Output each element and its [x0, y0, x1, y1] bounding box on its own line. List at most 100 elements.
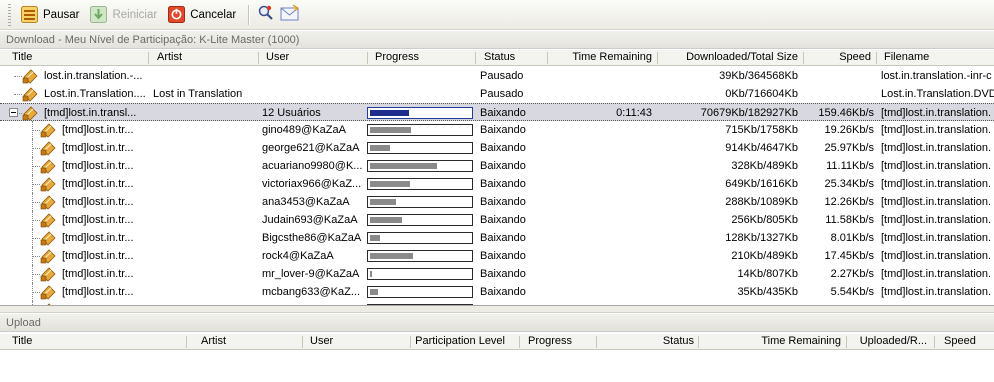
table-row[interactable]: [tmd]lost.in.tr... victoriax966@KaZ... Bai… — [0, 175, 994, 193]
pause-icon — [21, 6, 38, 23]
progress-fill — [370, 127, 411, 133]
row-time-remaining — [550, 229, 652, 247]
table-row[interactable]: [tmd]lost.in.tr... mcbang633@KaZ... Baixan… — [0, 283, 994, 301]
progress-bar — [367, 124, 473, 136]
progress-bar — [367, 286, 473, 298]
table-row[interactable]: lost.in.translation.-... Pausado 39Kb/3645… — [0, 67, 994, 85]
progress-fill — [370, 163, 437, 169]
column-time-remaining[interactable]: Time Remaining — [548, 50, 656, 66]
row-filename: [tmd]lost.in.translation. — [881, 160, 992, 172]
column-filename[interactable]: Filename — [880, 50, 994, 66]
column-title[interactable]: Title — [8, 50, 148, 66]
progress-fill — [370, 181, 410, 187]
upload-column-user[interactable]: User — [306, 334, 406, 350]
row-user — [262, 67, 365, 85]
row-speed: 11.11Kb/s — [826, 160, 874, 172]
pause-button[interactable]: Pausar — [17, 3, 84, 27]
download-column-header: Title Artist User Progress Status Time R… — [0, 50, 994, 66]
row-speed: 8.01Kb/s — [830, 232, 874, 244]
row-title: [tmd]lost.in.tr... — [62, 268, 134, 280]
column-user[interactable]: User — [262, 50, 362, 66]
progress-fill — [370, 217, 402, 223]
column-status[interactable]: Status — [480, 50, 545, 66]
column-separator — [367, 52, 368, 64]
row-downloaded-total: 256Kb/805Kb — [731, 214, 798, 226]
upload-column-uploaded[interactable]: Uploaded/R... — [847, 334, 931, 350]
table-row[interactable]: [tmd]lost.in.tr... mr_lover-9@KaZaA Baixan… — [0, 265, 994, 283]
file-icon — [40, 248, 57, 264]
row-filename: [tmd]lost.in.translation. — [881, 214, 992, 226]
file-icon — [40, 284, 57, 300]
search-button[interactable] — [254, 3, 278, 27]
table-row[interactable]: [tmd]lost.in.tr... acuariano9980@K... Baix… — [0, 157, 994, 175]
search-icon — [257, 4, 275, 25]
progress-bar — [367, 142, 473, 154]
cancel-button[interactable]: Cancelar — [164, 3, 241, 27]
tree-line — [32, 238, 40, 239]
row-user: george621@KaZaA — [262, 142, 360, 154]
upload-column-artist[interactable]: Artist — [197, 334, 297, 350]
row-title: lost.in.translation.-... — [44, 70, 143, 82]
toolbar-grip[interactable] — [8, 3, 11, 26]
upload-column-time-remaining[interactable]: Time Remaining — [700, 334, 845, 350]
row-title: [tmd]lost.in.tr... — [62, 250, 134, 262]
column-artist[interactable]: Artist — [153, 50, 253, 66]
upload-column-title[interactable]: Title — [8, 334, 183, 350]
table-row[interactable]: Lost.in.Translation.... Lost in Translati… — [0, 85, 994, 103]
progress-fill — [370, 271, 372, 277]
progress-fill — [370, 110, 409, 116]
row-title: [tmd]lost.in.tr... — [62, 160, 134, 172]
column-separator — [475, 52, 476, 64]
download-list[interactable]: lost.in.translation.-... Pausado 39Kb/3645… — [0, 67, 994, 305]
row-artist — [153, 193, 258, 211]
row-artist — [153, 121, 258, 139]
row-title: [tmd]lost.in.transl... — [44, 107, 137, 119]
file-icon — [40, 266, 57, 282]
tree-line — [14, 76, 22, 77]
row-downloaded-total: 35Kb/435Kb — [737, 286, 798, 298]
upload-list[interactable] — [0, 350, 994, 382]
table-row[interactable]: [tmd]lost.in.tr... george621@KaZaA Baixand… — [0, 139, 994, 157]
row-time-remaining — [550, 85, 652, 103]
row-artist — [153, 211, 258, 229]
restart-button[interactable]: Reiniciar — [86, 3, 162, 27]
collapse-toggle[interactable] — [9, 108, 18, 117]
file-icon — [40, 176, 57, 192]
progress-bar — [367, 232, 473, 244]
table-row[interactable]: [tmd]lost.in.tr... Judain693@KaZaA Baixand… — [0, 211, 994, 229]
pane-splitter[interactable] — [0, 305, 994, 313]
row-artist — [153, 67, 258, 85]
tree-line — [32, 184, 40, 185]
table-row[interactable]: [tmd]lost.in.transl... 12 Usuários Baixand… — [0, 103, 994, 121]
row-filename: [tmd]lost.in.translation. — [881, 286, 992, 298]
column-speed[interactable]: Speed — [804, 50, 875, 66]
column-progress[interactable]: Progress — [371, 50, 471, 66]
row-status: Baixando — [480, 160, 526, 172]
row-speed: 17.45Kb/s — [824, 250, 874, 262]
row-status: Baixando — [480, 142, 526, 154]
table-row[interactable]: [tmd]lost.in.tr... rock4@KaZaA Baixando 210… — [0, 247, 994, 265]
row-downloaded-total: 39Kb/364568Kb — [719, 70, 798, 82]
tree-line — [32, 202, 40, 203]
row-filename: [tmd]lost.in.translation. — [881, 250, 992, 262]
download-section-title: Download - Meu Nível de Participação: K-… — [0, 31, 994, 49]
message-button[interactable] — [278, 3, 302, 27]
upload-column-progress[interactable]: Progress — [524, 334, 604, 350]
file-icon — [40, 158, 57, 174]
row-time-remaining — [550, 247, 652, 265]
row-time-remaining — [550, 121, 652, 139]
progress-fill — [370, 199, 396, 205]
table-row[interactable]: [tmd]lost.in.tr... gino489@KaZaA Baixando 7… — [0, 121, 994, 139]
upload-column-speed[interactable]: Speed — [940, 334, 994, 350]
upload-column-status[interactable]: Status — [600, 334, 698, 350]
table-row[interactable]: [tmd]lost.in.tr... ana3453@KaZaA Baixando 2… — [0, 193, 994, 211]
column-separator — [302, 336, 303, 348]
column-downloaded-total[interactable]: Downloaded/Total Size — [658, 50, 802, 66]
row-user: mcbang633@KaZ... — [262, 286, 360, 298]
cancel-icon — [168, 6, 186, 23]
upload-column-participation-level[interactable]: Participation Level — [411, 334, 509, 350]
row-title: [tmd]lost.in.tr... — [62, 124, 134, 136]
tree-line — [32, 256, 40, 257]
row-downloaded-total: 14Kb/807Kb — [737, 268, 798, 280]
table-row[interactable]: [tmd]lost.in.tr... Bigcsthe86@KaZaA Baixan… — [0, 229, 994, 247]
